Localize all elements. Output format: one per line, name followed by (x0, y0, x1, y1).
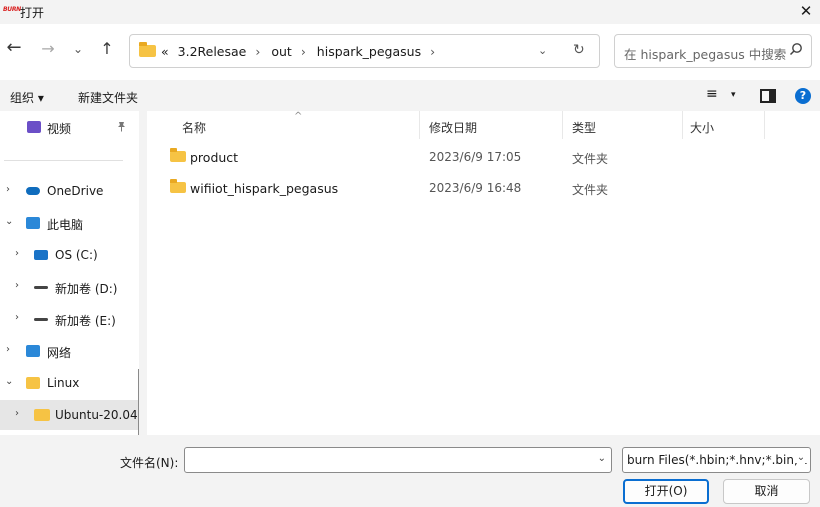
sidebar-item-label: 网络 (47, 346, 72, 360)
sidebar-item-linux[interactable]: ⌄ Linux (0, 370, 139, 398)
address-bar[interactable]: « 3.2Relesae › out › hispark_pegasus › ⌄… (129, 34, 600, 68)
cloud-icon (26, 187, 40, 195)
help-icon[interactable]: ? (795, 88, 811, 104)
back-arrow-icon[interactable]: ← (4, 37, 24, 58)
command-bar: 组织 ▾ 新建文件夹 ≡ ▾ ? (0, 80, 820, 111)
drive-icon (34, 318, 48, 321)
chevron-right-icon[interactable]: › (15, 312, 19, 323)
column-header-name[interactable]: 名称 (182, 119, 206, 136)
file-modified: 2023/6/9 17:05 (429, 150, 522, 164)
sidebar-item-label: 此电脑 (47, 218, 84, 232)
recent-locations-chevron-icon[interactable]: ⌄ (70, 42, 86, 62)
breadcrumb-item-3-2relesae[interactable]: 3.2Relesae (178, 44, 247, 59)
sidebar-item-drive-e[interactable]: › 新加卷 (E:) (0, 306, 139, 334)
view-options-icon[interactable]: ≡ (706, 86, 718, 102)
sidebar-item-label: Linux (47, 376, 80, 390)
sidebar-item-label: OneDrive (47, 184, 104, 198)
sidebar-divider (4, 160, 123, 161)
chevron-right-icon[interactable]: › (15, 280, 19, 291)
search-placeholder[interactable]: 在 hispark_pegasus 中搜索 (624, 44, 786, 63)
sidebar-item-label: 新加卷 (E:) (55, 314, 116, 328)
chevron-right-icon[interactable]: › (6, 184, 10, 195)
breadcrumb-chevron-icon[interactable]: › (301, 44, 306, 59)
column-divider[interactable] (682, 111, 683, 139)
column-header-size[interactable]: 大小 (690, 119, 714, 136)
sidebar-item-label: 视频 (47, 122, 72, 136)
view-dropdown-icon[interactable]: ▾ (731, 90, 736, 100)
network-icon (26, 345, 40, 357)
navigation-bar: ← → ⌄ ↑ « 3.2Relesae › out › hispark_peg… (0, 24, 820, 80)
windows-drive-icon (34, 250, 48, 260)
column-divider[interactable] (562, 111, 563, 139)
address-dropdown-icon[interactable]: ⌄ (538, 44, 547, 57)
file-modified: 2023/6/9 16:48 (429, 181, 522, 195)
sidebar-scrollbar[interactable] (138, 369, 139, 435)
folder-icon (26, 377, 40, 389)
column-header-type[interactable]: 类型 (572, 119, 596, 136)
video-icon (27, 121, 41, 133)
breadcrumb: « 3.2Relesae › out › hispark_pegasus › (161, 44, 442, 59)
title-bar: BURN 打开 ✕ (0, 0, 820, 24)
breadcrumb-item-hispark-pegasus[interactable]: hispark_pegasus (317, 44, 421, 59)
breadcrumb-chevron-icon[interactable]: › (255, 44, 260, 59)
computer-icon (26, 217, 40, 229)
sidebar-item-ubuntu[interactable]: › Ubuntu-20.04 (0, 400, 139, 430)
chevron-down-icon[interactable]: ⌄ (794, 452, 808, 463)
cancel-button[interactable]: 取消 (723, 479, 810, 504)
folder-icon (170, 148, 186, 162)
column-header-modified[interactable]: 修改日期 (429, 119, 477, 136)
file-type-filter-select[interactable]: burn Files(*.hbin;*.hnv;*.bin;*. ⌄ (622, 447, 811, 473)
folder-icon (139, 42, 156, 57)
pin-icon[interactable] (116, 121, 127, 135)
sort-ascending-icon: ^ (294, 111, 303, 122)
close-icon[interactable]: ✕ (798, 2, 814, 20)
breadcrumb-item-out[interactable]: out (271, 44, 291, 59)
file-type: 文件夹 (572, 152, 609, 166)
sidebar-item-videos[interactable]: 视频 (0, 114, 139, 142)
file-type: 文件夹 (572, 183, 609, 197)
sidebar-item-label: OS (C:) (55, 248, 98, 262)
filename-label: 文件名(N): (120, 456, 179, 470)
sidebar-item-onedrive[interactable]: › OneDrive (0, 178, 139, 206)
burn-app-icon: BURN (3, 6, 21, 13)
refresh-icon[interactable]: ↻ (573, 42, 585, 58)
column-divider[interactable] (419, 111, 420, 139)
navigation-pane: 视频 › OneDrive ⌄ 此电脑 › OS (C:) › 新加卷 (D:)… (0, 111, 139, 435)
file-type-filter-value[interactable]: burn Files(*.hbin;*.hnv;*.bin;*. (627, 453, 808, 467)
up-arrow-icon[interactable]: ↑ (97, 39, 117, 59)
sidebar-item-network[interactable]: › 网络 (0, 338, 139, 366)
breadcrumb-chevron-icon[interactable]: › (430, 44, 435, 59)
preview-pane-icon[interactable] (760, 89, 776, 103)
file-row[interactable]: wifiiot_hispark_pegasus 2023/6/9 16:48 文… (147, 176, 820, 202)
window-title: 打开 (20, 6, 45, 20)
new-folder-button[interactable]: 新建文件夹 (78, 89, 138, 106)
sidebar-item-drive-c[interactable]: › OS (C:) (0, 242, 139, 270)
organize-menu-button[interactable]: 组织 ▾ (10, 89, 44, 106)
chevron-down-icon[interactable]: ⌄ (5, 376, 13, 387)
column-divider[interactable] (764, 111, 765, 139)
file-name: wifiiot_hispark_pegasus (190, 181, 339, 196)
sidebar-item-drive-d[interactable]: › 新加卷 (D:) (0, 274, 139, 302)
sidebar-item-label: 新加卷 (D:) (55, 282, 118, 296)
chevron-down-icon[interactable]: ⌄ (5, 216, 13, 227)
chevron-right-icon[interactable]: › (6, 344, 10, 355)
folder-icon (170, 179, 186, 193)
forward-arrow-icon[interactable]: → (38, 39, 58, 59)
file-name: product (190, 150, 239, 165)
file-row[interactable]: product 2023/6/9 17:05 文件夹 (147, 145, 820, 171)
folder-icon (34, 409, 50, 421)
filename-field[interactable]: ⌄ (184, 447, 612, 473)
chevron-right-icon[interactable]: › (15, 248, 19, 259)
chevron-down-icon[interactable]: ⌄ (598, 453, 606, 464)
search-icon[interactable] (789, 42, 803, 60)
sidebar-item-this-pc[interactable]: ⌄ 此电脑 (0, 210, 139, 238)
chevron-right-icon[interactable]: › (15, 408, 19, 419)
drive-icon (34, 286, 48, 289)
file-list: ^ 名称 修改日期 类型 大小 product 2023/6/9 17:05 文… (147, 111, 820, 435)
dialog-footer: 文件名(N): ⌄ burn Files(*.hbin;*.hnv;*.bin;… (0, 435, 820, 507)
breadcrumb-overflow[interactable]: « (161, 44, 169, 59)
search-box[interactable]: 在 hispark_pegasus 中搜索 (614, 34, 812, 68)
open-button[interactable]: 打开(O) (623, 479, 709, 504)
sidebar-item-label: Ubuntu-20.04 (55, 408, 138, 422)
